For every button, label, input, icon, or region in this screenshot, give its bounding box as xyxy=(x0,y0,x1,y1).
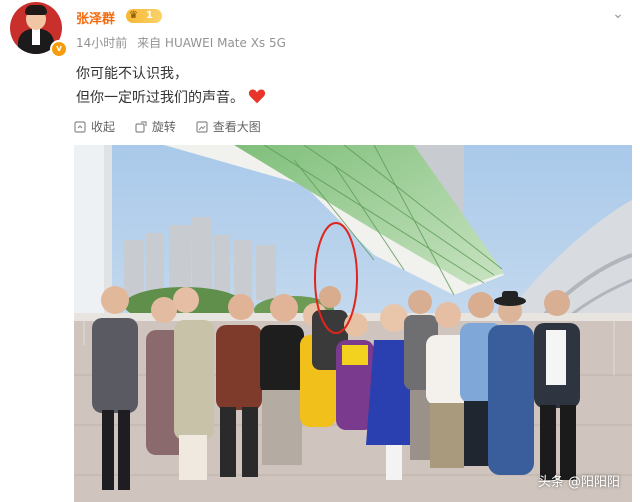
collapse-label: 收起 xyxy=(91,120,116,134)
chevron-down-icon[interactable]: ⌄ xyxy=(610,6,626,22)
crown-icon: ♛ xyxy=(129,10,138,21)
post-text-line-2: 但你一定听过我们的声音。 xyxy=(76,86,266,110)
post-text-line-2-text: 但你一定听过我们的声音。 xyxy=(76,90,244,106)
watermark: 头条 @阳阳阳 xyxy=(537,475,620,490)
view-large-button[interactable]: 查看大图 xyxy=(196,118,261,135)
post-photo[interactable]: 头条 @阳阳阳 xyxy=(74,145,632,502)
post-header: v 张泽群 ♛ 1 ⌄ 14小时前 来自 HUAWEI Mate Xs 5G xyxy=(0,0,640,60)
post-source: 来自 HUAWEI Mate Xs 5G xyxy=(137,36,286,50)
image-toolbar: 收起 旋转 查看大图 xyxy=(74,118,277,138)
group-photo-image xyxy=(74,145,632,502)
avatar-shirt xyxy=(32,29,40,45)
avatar-hair xyxy=(25,5,47,15)
collapse-button[interactable]: 收起 xyxy=(74,118,115,135)
view-large-label: 查看大图 xyxy=(212,120,261,134)
heart-icon xyxy=(248,89,266,104)
rotate-button[interactable]: 旋转 xyxy=(135,118,176,135)
rotate-label: 旋转 xyxy=(151,120,176,134)
view-large-icon xyxy=(196,120,208,133)
post-text-line-1: 你可能不认识我， xyxy=(76,66,188,82)
vip-level: 1 xyxy=(146,10,153,21)
verified-badge-icon: v xyxy=(50,40,68,58)
rotate-icon xyxy=(135,120,147,133)
vip-badge[interactable]: ♛ 1 xyxy=(126,9,162,23)
post-text: 你可能不认识我， 但你一定听过我们的声音。 xyxy=(76,62,266,110)
username[interactable]: 张泽群 xyxy=(76,8,115,27)
collapse-icon xyxy=(74,120,86,133)
post-meta: 14小时前 来自 HUAWEI Mate Xs 5G xyxy=(76,34,292,51)
post-time[interactable]: 14小时前 xyxy=(76,36,127,50)
